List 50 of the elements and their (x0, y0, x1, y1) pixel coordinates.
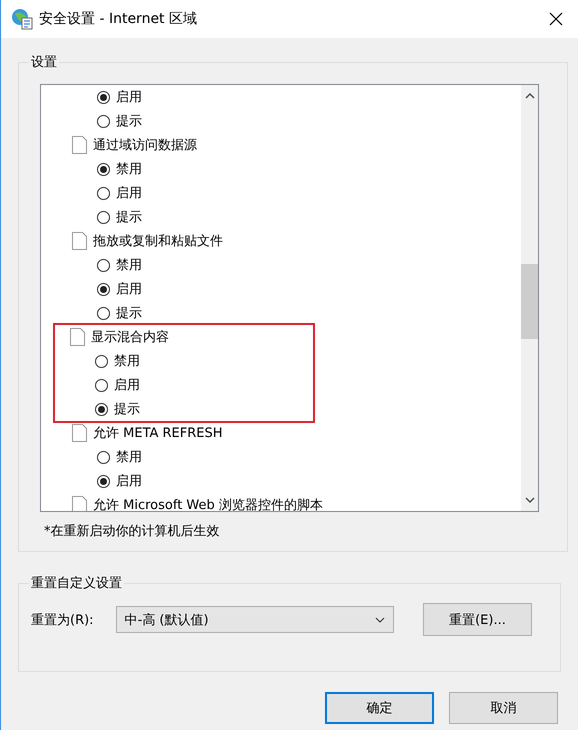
radio-button[interactable] (97, 450, 110, 464)
radio-button[interactable] (97, 282, 110, 296)
setting-title: 允许 Microsoft Web 浏览器控件的脚本 (93, 497, 323, 511)
option-label: 启用 (116, 185, 142, 202)
radio-button[interactable] (97, 258, 110, 272)
option-label: 启用 (116, 473, 142, 490)
globe-icon (11, 8, 33, 30)
scrollbar[interactable] (521, 85, 538, 511)
cancel-button[interactable]: 取消 (449, 692, 558, 724)
radio-button[interactable] (97, 90, 110, 104)
reset-button[interactable]: 重置(E)... (423, 603, 532, 636)
restart-note: *在重新启动你的计算机后生效 (44, 523, 220, 540)
option-label: 提示 (116, 305, 142, 322)
close-icon (549, 12, 563, 26)
field-label: 重置为(R): (31, 612, 94, 628)
option-label: 提示 (116, 113, 142, 130)
scroll-down-icon (524, 497, 534, 503)
radio-button[interactable] (97, 162, 110, 176)
radio-button[interactable] (95, 354, 108, 368)
document-icon (72, 232, 87, 250)
scrollbar-thumb[interactable] (521, 264, 538, 339)
option-label: 提示 (114, 401, 140, 418)
option-label: 启用 (114, 377, 140, 394)
document-icon (72, 136, 87, 154)
setting-title: 允许 META REFRESH (93, 425, 223, 442)
level-dropdown[interactable]: 中-高 (默认值) (116, 606, 394, 633)
option-label: 禁用 (114, 353, 140, 370)
radio-button[interactable] (97, 186, 110, 200)
radio-button[interactable] (95, 402, 108, 416)
option-label: 启用 (116, 281, 142, 298)
group-label: 重置自定义设置 (29, 574, 124, 592)
scroll-up-icon (524, 93, 534, 99)
radio-button[interactable] (97, 306, 110, 320)
radio-button[interactable] (97, 114, 110, 128)
radio-button[interactable] (95, 378, 108, 392)
document-icon (70, 328, 85, 346)
document-icon (72, 424, 87, 442)
setting-title: 拖放或复制和粘贴文件 (93, 233, 223, 250)
ok-button[interactable]: 确定 (325, 692, 434, 724)
option-label: 禁用 (116, 161, 142, 178)
option-label: 启用 (116, 89, 142, 106)
option-label: 禁用 (116, 257, 142, 274)
setting-title: 通过域访问数据源 (93, 137, 197, 154)
caret-icon (374, 616, 385, 622)
window-title: 安全设置 - Internet 区域 (39, 10, 198, 28)
option-label: 禁用 (116, 449, 142, 466)
radio-button[interactable] (97, 474, 110, 488)
option-label: 提示 (116, 209, 142, 226)
setting-title: 显示混合内容 (91, 329, 169, 346)
radio-button[interactable] (97, 210, 110, 224)
